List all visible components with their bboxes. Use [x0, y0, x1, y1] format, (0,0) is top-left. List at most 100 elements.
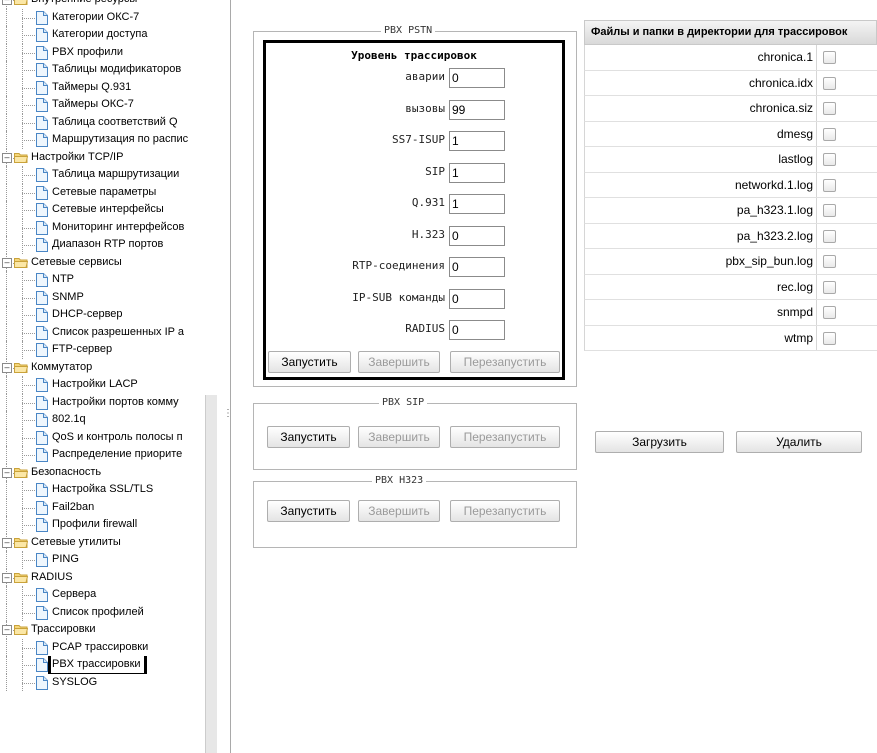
column-divider — [816, 274, 817, 299]
file-select-checkbox[interactable] — [823, 51, 836, 64]
tree-folder-item[interactable]: – Коммутатор — [0, 358, 205, 376]
tree-item[interactable]: PBX профили — [0, 43, 205, 61]
tree-folder-item[interactable]: – Трассировки — [0, 621, 205, 639]
collapse-toggle-icon[interactable]: – — [2, 257, 12, 268]
tree-item-label: PCAP трассировки — [52, 640, 149, 653]
delete-button[interactable]: Удалить — [736, 431, 862, 453]
tree-item[interactable]: Таблица маршрутизации — [0, 166, 205, 184]
file-select-checkbox[interactable] — [823, 76, 836, 90]
collapse-toggle-icon[interactable]: – — [2, 625, 12, 635]
file-select-checkbox[interactable] — [823, 102, 836, 115]
pstn-start-button[interactable]: Запустить — [268, 351, 351, 373]
trace-field-input[interactable]: 1 — [449, 194, 505, 214]
file-select-checkbox[interactable] — [823, 204, 836, 217]
column-divider — [816, 70, 817, 95]
tree-item[interactable]: Таймеры ОКС-7 — [0, 96, 205, 114]
file-select-checkbox[interactable] — [823, 229, 836, 243]
tree-item[interactable]: Распределение приорите — [0, 446, 205, 464]
tree-item[interactable]: PBX трассировки — [0, 656, 205, 674]
tree-item[interactable]: 802.1q — [0, 411, 205, 429]
tree-item[interactable]: Маршрутизация по распис — [0, 131, 205, 149]
tree-item[interactable]: Список разрешенных IP а — [0, 323, 205, 341]
sip-stop-button[interactable]: Завершить — [358, 426, 440, 448]
file-select-checkbox[interactable] — [823, 331, 836, 345]
pstn-restart-button[interactable]: Перезапустить — [450, 351, 560, 373]
tree-item[interactable]: Таблицы модификаторов — [0, 61, 205, 79]
tree-folder-item[interactable]: – Сетевые сервисы — [0, 253, 205, 271]
collapse-toggle-icon[interactable]: – — [2, 0, 12, 5]
tree-item[interactable]: FTP-сервер — [0, 341, 205, 359]
tree-folder-item[interactable]: – RADIUS — [0, 568, 205, 586]
document-icon — [36, 343, 48, 357]
trace-field-label: H.323 — [411, 227, 445, 241]
tree-item-label: Таблица соответствий Q — [52, 115, 178, 128]
tree-item[interactable]: PING — [0, 551, 205, 569]
tree-item[interactable]: Сетевые параметры — [0, 183, 205, 201]
tree-item[interactable]: Таблица соответствий Q — [0, 113, 205, 131]
tree-item[interactable]: SNMP — [0, 288, 205, 306]
tree-item[interactable]: Сетевые интерфейсы — [0, 201, 205, 219]
file-select-checkbox[interactable] — [823, 280, 836, 294]
file-rows: chronica.1 chronica.idx chronica.siz dmesg l… — [584, 45, 877, 351]
scrollbar[interactable] — [205, 395, 217, 753]
tree-item[interactable]: PCAP трассировки — [0, 638, 205, 656]
tree-folder-item[interactable]: – Безопасность — [0, 463, 205, 481]
tree-folder-item[interactable]: – Настройки TCP/IP — [0, 148, 205, 166]
trace-field-label: аварии — [405, 70, 445, 83]
tree-item-label: Распределение приорите — [52, 448, 183, 460]
file-name: pbx_sip_bun.log — [725, 254, 813, 268]
tree-folder-item[interactable]: – Сетевые утилиты — [0, 533, 205, 551]
h323-stop-button[interactable]: Завершить — [358, 500, 440, 522]
file-select-checkbox[interactable] — [823, 255, 836, 268]
trace-field-input[interactable]: 0 — [449, 288, 505, 309]
tree-item[interactable]: NTP — [0, 271, 205, 289]
trace-files-table: Файлы и папки в директории для трассиров… — [584, 20, 877, 351]
collapse-toggle-icon[interactable]: – — [2, 467, 12, 478]
tree-item[interactable]: Таймеры Q.931 — [0, 78, 205, 96]
document-icon — [36, 588, 48, 602]
trace-field-input[interactable]: 0 — [449, 68, 505, 88]
trace-field-input[interactable]: 0 — [449, 225, 505, 246]
document-icon — [36, 45, 48, 60]
splitter-grip[interactable]: ⋮ — [223, 409, 233, 424]
tree-item[interactable]: Список профилей — [0, 603, 205, 621]
h323-start-button[interactable]: Запустить — [267, 500, 350, 522]
collapse-toggle-icon[interactable]: – — [2, 362, 12, 373]
tree-item[interactable]: SYSLOG — [0, 673, 205, 691]
document-icon — [36, 28, 48, 42]
sip-start-button[interactable]: Запустить — [267, 426, 350, 448]
tree-folder-item[interactable]: – Внутренние ресурсы — [0, 0, 205, 9]
tree-item[interactable]: DHCP-сервер — [0, 306, 205, 324]
tree-item[interactable]: Сервера — [0, 586, 205, 604]
collapse-toggle-icon[interactable]: – — [2, 152, 12, 163]
file-select-checkbox[interactable] — [823, 306, 836, 319]
tree-item[interactable]: Fail2ban — [0, 498, 205, 516]
tree-item[interactable]: Диапазон RTP портов — [0, 236, 205, 254]
collapse-toggle-icon[interactable]: – — [2, 572, 12, 583]
file-select-checkbox[interactable] — [823, 127, 836, 141]
h323-restart-button[interactable]: Перезапустить — [450, 500, 560, 522]
document-icon — [36, 273, 48, 287]
tree-item[interactable]: Категории доступа — [0, 26, 205, 44]
tree-item[interactable]: Мониторинг интерфейсов — [0, 218, 205, 236]
file-select-checkbox[interactable] — [823, 153, 836, 166]
trace-field-input[interactable]: 0 — [449, 257, 505, 277]
tree-item[interactable]: Категории ОКС-7 — [0, 8, 205, 26]
tree-item[interactable]: Настройки портов комму — [0, 393, 205, 411]
sip-restart-button[interactable]: Перезапустить — [450, 426, 560, 448]
trace-field-input[interactable]: 99 — [449, 99, 505, 120]
tree-item[interactable]: Настройки LACP — [0, 376, 205, 394]
upload-button[interactable]: Загрузить — [595, 431, 724, 453]
trace-field-input[interactable]: 0 — [449, 320, 505, 340]
file-row: chronica.idx — [584, 70, 877, 96]
trace-field-input[interactable]: 1 — [449, 131, 505, 151]
column-divider — [816, 121, 817, 146]
tree-item[interactable]: QoS и контроль полосы п — [0, 428, 205, 446]
tree-item[interactable]: Профили firewall — [0, 516, 205, 534]
pstn-stop-button[interactable]: Завершить — [358, 351, 440, 373]
trace-field-input[interactable]: 1 — [449, 162, 505, 183]
collapse-toggle-icon[interactable]: – — [2, 537, 12, 548]
file-select-checkbox[interactable] — [823, 178, 836, 192]
tree-item[interactable]: Настройка SSL/TLS — [0, 481, 205, 499]
file-name: rec.log — [776, 279, 813, 294]
